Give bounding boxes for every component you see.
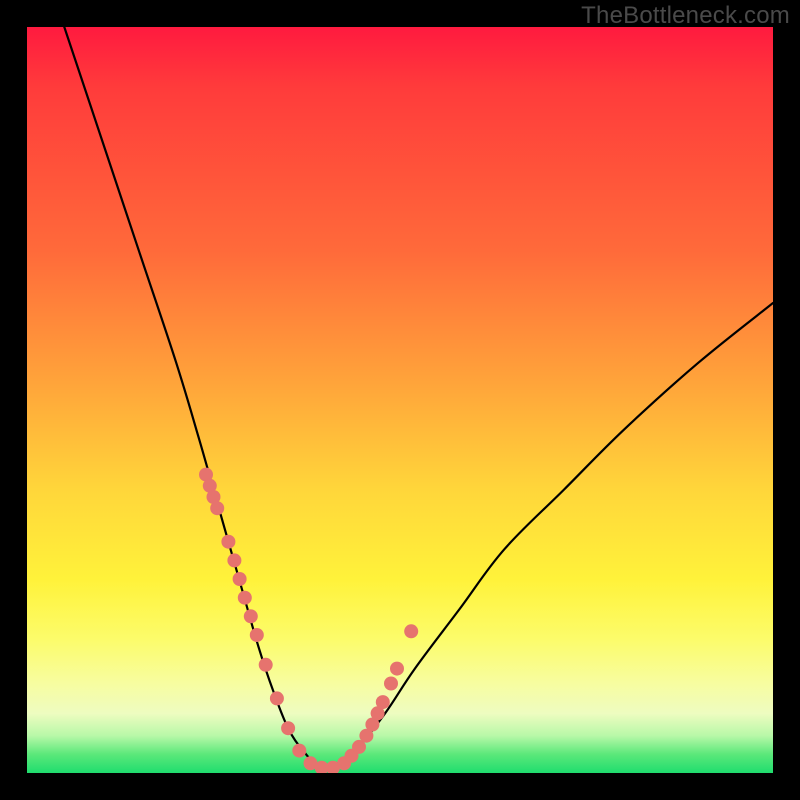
highlight-dot xyxy=(259,658,273,672)
highlight-dot xyxy=(221,535,235,549)
highlight-dot xyxy=(281,721,295,735)
highlight-dot xyxy=(238,591,252,605)
highlight-dot xyxy=(292,744,306,758)
curve-svg xyxy=(27,27,773,773)
chart-frame: TheBottleneck.com xyxy=(0,0,800,800)
highlight-dot xyxy=(384,677,398,691)
highlight-dot xyxy=(244,609,258,623)
highlight-dot xyxy=(390,662,404,676)
highlight-dot xyxy=(404,624,418,638)
bottleneck-curve xyxy=(64,27,773,768)
highlight-dot xyxy=(227,553,241,567)
highlight-dot xyxy=(270,691,284,705)
highlight-dot xyxy=(233,572,247,586)
watermark-text: TheBottleneck.com xyxy=(581,2,790,30)
highlight-dot xyxy=(250,628,264,642)
highlight-dots-group xyxy=(199,468,418,773)
highlight-dot xyxy=(210,501,224,515)
highlight-dot xyxy=(376,695,390,709)
plot-area xyxy=(27,27,773,773)
